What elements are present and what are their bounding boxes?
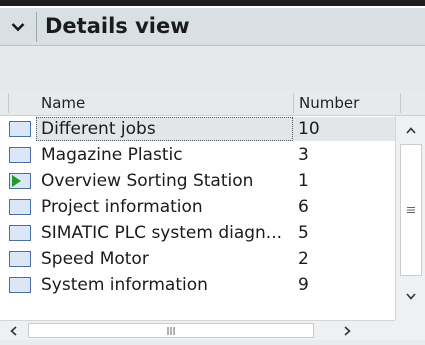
screen-icon (9, 277, 31, 293)
cell-name[interactable]: Different jobs (36, 117, 293, 141)
table-row[interactable]: Different jobs 10 (0, 116, 395, 142)
table-row[interactable]: Magazine Plastic 3 (0, 142, 395, 168)
table-row[interactable]: System information 9 (0, 272, 395, 298)
cell-name[interactable]: Speed Motor (36, 247, 293, 271)
screen-icon (9, 147, 31, 163)
column-header-name[interactable]: Name (41, 94, 85, 112)
start-arrow-icon (12, 174, 21, 187)
cell-number[interactable]: 9 (293, 273, 395, 297)
screen-icon (9, 251, 31, 267)
cell-name[interactable]: Magazine Plastic (36, 143, 293, 167)
table-row[interactable]: Project information 6 (0, 194, 395, 220)
table-row[interactable]: Overview Sorting Station 1 (0, 168, 395, 194)
scroll-down-button[interactable] (396, 282, 425, 310)
cell-number-text: 1 (298, 171, 309, 191)
cell-name-text: Overview Sorting Station (41, 171, 254, 191)
horizontal-scroll-thumb[interactable] (28, 323, 314, 338)
screen-icon (9, 199, 31, 215)
cell-name[interactable]: Project information (36, 195, 293, 219)
scroll-left-button[interactable] (0, 317, 26, 345)
table-header: Name Number (0, 90, 425, 116)
screen-icon (9, 121, 31, 137)
cell-number-text: 9 (298, 275, 309, 295)
cell-name[interactable]: Overview Sorting Station (36, 169, 293, 193)
cell-number-text: 2 (298, 249, 309, 269)
cell-number-text: 3 (298, 145, 309, 165)
screen-icon (9, 225, 31, 241)
cell-name-text: Speed Motor (41, 249, 149, 269)
chevron-down-icon (405, 292, 416, 300)
cell-name-text: SIMATIC PLC system diagn... (41, 223, 283, 243)
details-table: Name Number Different jobs 10 Magazine Pla… (0, 90, 425, 340)
cell-name-text: System information (41, 275, 208, 295)
vertical-scrollbar[interactable] (395, 116, 425, 320)
column-separator (293, 93, 294, 113)
cell-number[interactable]: 10 (293, 117, 395, 141)
vertical-scroll-thumb[interactable] (400, 144, 422, 276)
column-header-number[interactable]: Number (299, 94, 359, 112)
cell-name[interactable]: System information (36, 273, 293, 297)
cell-name[interactable]: SIMATIC PLC system diagn... (36, 221, 293, 245)
cell-number-text: 5 (298, 223, 309, 243)
chevron-down-icon (11, 22, 25, 31)
column-separator (400, 93, 401, 113)
grip-icon (407, 207, 415, 213)
panel-title: Details view (45, 14, 190, 38)
cell-number-text: 6 (298, 197, 309, 217)
grip-icon (167, 326, 175, 335)
panel-header: Details view (0, 8, 425, 46)
scroll-up-button[interactable] (396, 116, 425, 144)
chevron-up-icon (405, 126, 416, 134)
header-separator (36, 12, 37, 42)
start-screen-icon (9, 173, 31, 189)
cell-name-text: Different jobs (41, 119, 156, 139)
cell-number[interactable]: 2 (293, 247, 395, 271)
panel-top-dark-border (0, 0, 425, 6)
collapse-button[interactable] (0, 8, 36, 45)
table-row[interactable]: Speed Motor 2 (0, 246, 395, 272)
chevron-right-icon (343, 326, 351, 336)
cell-number[interactable]: 5 (293, 221, 395, 245)
horizontal-scrollbar[interactable] (0, 320, 395, 340)
cell-number[interactable]: 3 (293, 143, 395, 167)
panel-toolbar (0, 47, 425, 90)
cell-number[interactable]: 1 (293, 169, 395, 193)
cell-number[interactable]: 6 (293, 195, 395, 219)
chevron-left-icon (9, 326, 17, 336)
cell-name-text: Magazine Plastic (41, 145, 183, 165)
table-row[interactable]: SIMATIC PLC system diagn... 5 (0, 220, 395, 246)
scrollbar-corner (395, 320, 425, 340)
scroll-right-button[interactable] (334, 317, 360, 345)
cell-number-text: 10 (298, 119, 320, 139)
column-separator (8, 93, 9, 113)
cell-name-text: Project information (41, 197, 203, 217)
